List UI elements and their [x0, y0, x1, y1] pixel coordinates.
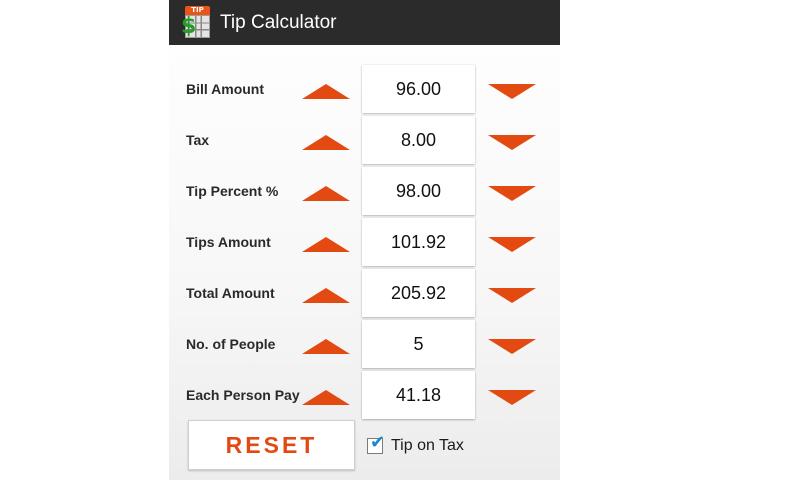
app-title: Tip Calculator [220, 11, 337, 33]
number-of-people-decrease-icon[interactable] [488, 339, 536, 354]
tax-field[interactable]: 8.00 [362, 116, 475, 164]
tips-amount-increase-icon[interactable] [302, 237, 350, 252]
number-of-people-label: No. of People [186, 336, 276, 352]
number-of-people-increase-icon[interactable] [302, 339, 350, 354]
each-person-pay-label: Each Person Pay [186, 387, 300, 403]
row-tips-amount: Tips Amount 101.92 [169, 218, 560, 266]
tip-percent-decrease-icon[interactable] [488, 186, 536, 201]
tax-increase-icon[interactable] [302, 135, 350, 150]
row-tax: Tax 8.00 [169, 116, 560, 164]
calculator-app-icon: TIP $ [181, 5, 212, 40]
total-amount-field[interactable]: 205.92 [362, 269, 475, 317]
action-bar: TIP $ Tip Calculator [169, 0, 560, 45]
tip-on-tax-checkbox[interactable]: ✔ [367, 433, 385, 454]
dollar-icon: $ [181, 13, 197, 39]
tip-on-tax-label: Tip on Tax [391, 437, 464, 454]
total-amount-decrease-icon[interactable] [488, 288, 536, 303]
tip-on-tax-toggle[interactable]: ✔ Tip on Tax [367, 433, 464, 457]
tips-amount-decrease-icon[interactable] [488, 237, 536, 252]
tips-amount-field[interactable]: 101.92 [362, 218, 475, 266]
bill-amount-decrease-icon[interactable] [488, 84, 536, 99]
tip-percent-field[interactable]: 98.00 [362, 167, 475, 215]
row-bill-amount: Bill Amount 96.00 [169, 65, 560, 113]
row-tip-percent: Tip Percent % 98.00 [169, 167, 560, 215]
reset-button[interactable]: RESET [188, 420, 355, 470]
each-person-pay-decrease-icon[interactable] [488, 390, 536, 405]
tip-percent-label: Tip Percent % [186, 183, 279, 199]
checkmark-icon: ✔ [370, 432, 386, 453]
tips-amount-label: Tips Amount [186, 234, 271, 250]
each-person-pay-field[interactable]: 41.18 [362, 371, 475, 419]
bill-amount-field[interactable]: 96.00 [362, 65, 475, 113]
row-total-amount: Total Amount 205.92 [169, 269, 560, 317]
app-screen: TIP $ Tip Calculator Bill Amount 96.00 T… [169, 0, 560, 480]
tax-decrease-icon[interactable] [488, 135, 536, 150]
row-number-of-people: No. of People 5 [169, 320, 560, 368]
tax-label: Tax [186, 132, 210, 148]
total-amount-label: Total Amount [186, 285, 275, 301]
each-person-pay-increase-icon[interactable] [302, 390, 350, 405]
tip-percent-increase-icon[interactable] [302, 186, 350, 201]
total-amount-increase-icon[interactable] [302, 288, 350, 303]
row-each-person-pay: Each Person Pay 41.18 [169, 371, 560, 419]
number-of-people-field[interactable]: 5 [362, 320, 475, 368]
bill-amount-label: Bill Amount [186, 81, 265, 97]
bill-amount-increase-icon[interactable] [302, 84, 350, 99]
